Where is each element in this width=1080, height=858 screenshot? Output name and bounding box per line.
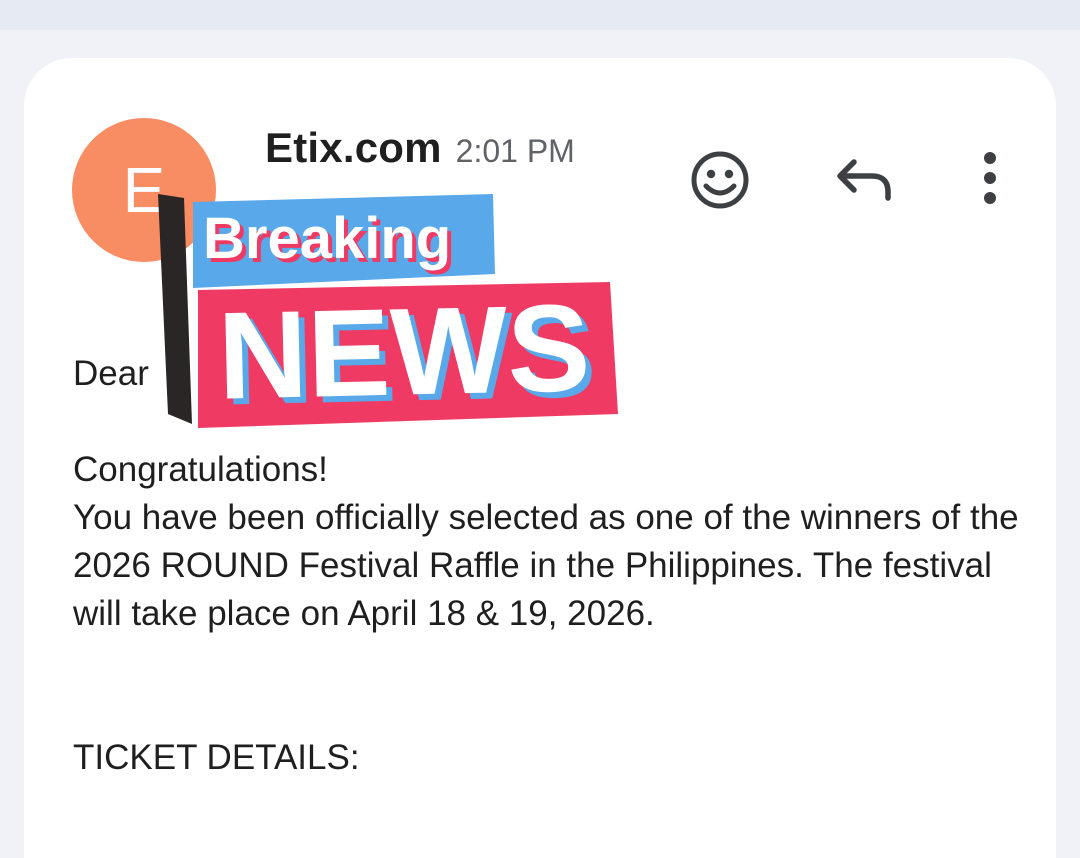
message-time: 2:01 PM: [455, 133, 575, 169]
sender-header: Etix.com 2:01 PM: [265, 124, 575, 172]
react-button[interactable]: [688, 150, 752, 214]
email-congrats: Congratulations!: [73, 450, 328, 489]
breaking-label-front: Breaking: [203, 206, 451, 271]
email-paragraph: You have been officially selected as one…: [73, 498, 1019, 633]
breaking-news-sticker: Breaking Breaking NEWS NEWS: [158, 194, 618, 431]
reply-arrow-icon: [837, 159, 891, 201]
top-status-bar: [0, 0, 1080, 30]
reply-button[interactable]: [832, 150, 896, 214]
sender-name[interactable]: Etix.com: [265, 124, 442, 172]
sticker-black-bar: [158, 194, 192, 424]
ticket-details-heading: TICKET DETAILS:: [73, 738, 360, 777]
smiley-face-icon: [691, 151, 749, 209]
more-options-button[interactable]: [958, 150, 1022, 214]
more-vertical-icon: [984, 152, 996, 204]
news-label: NEWS: [216, 279, 591, 425]
